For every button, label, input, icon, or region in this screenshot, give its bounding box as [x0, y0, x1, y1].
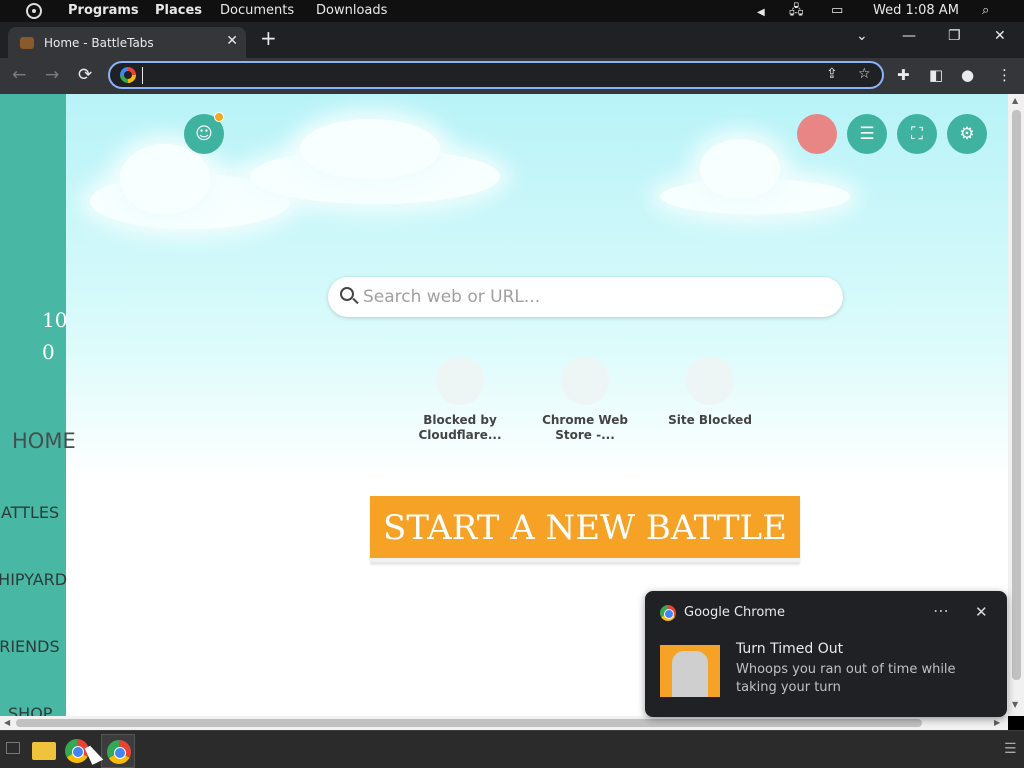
close-window-button[interactable]: ✕ [994, 28, 1006, 44]
google-icon [120, 67, 136, 83]
menu-programs[interactable]: Programs [68, 3, 139, 19]
minimize-button[interactable]: — [902, 28, 916, 44]
settings-button[interactable]: ⚙ [947, 114, 987, 154]
tab-search-icon[interactable]: ⌄ [856, 28, 868, 44]
battletabs-favicon-icon [20, 37, 34, 49]
taskbar-chrome-window[interactable] [101, 734, 135, 768]
chrome-menu-icon[interactable]: ⋮ [997, 65, 1012, 85]
fullscreen-icon: ⛶ [911, 124, 923, 144]
notification-dot [214, 112, 224, 122]
profile-icon[interactable]: ● [961, 65, 974, 85]
horizontal-scroll-thumb[interactable] [16, 719, 922, 727]
avatar[interactable] [797, 114, 837, 154]
restore-button[interactable]: ❐ [948, 28, 961, 44]
taskbar-menu-icon[interactable]: ☰ [1004, 741, 1017, 757]
tab-title: Home - BattleTabs [44, 36, 154, 50]
taskbar: ☰ [0, 730, 1024, 768]
list-button[interactable]: ☰ [847, 114, 887, 154]
vertical-scrollbar[interactable]: ▲ ▼ [1008, 94, 1024, 716]
taskbar-files[interactable] [26, 734, 60, 768]
search-placeholder: Search web or URL... [363, 287, 541, 307]
more-options-icon[interactable]: ⋯ [933, 601, 949, 620]
shortcut-label: Chrome Web Store -... [542, 413, 628, 442]
bookmark-star-icon[interactable]: ☆ [858, 66, 871, 82]
search-input[interactable]: Search web or URL... [328, 277, 843, 317]
notification-close-icon[interactable]: ✕ [975, 603, 988, 621]
nav-shop[interactable]: SHOP [8, 704, 52, 716]
scroll-down-icon[interactable]: ▼ [1012, 700, 1018, 709]
search-icon[interactable]: ⌕ [982, 3, 989, 19]
scroll-up-icon[interactable]: ▲ [1012, 96, 1018, 105]
discord-icon: ☺ [195, 124, 213, 144]
menu-downloads[interactable]: Downloads [316, 3, 387, 19]
extensions-puzzle-icon[interactable]: ✚ [897, 65, 910, 85]
chrome-icon [660, 605, 676, 621]
nav-shipyard[interactable]: SHIPYARD [0, 570, 67, 589]
tab-battletabs[interactable]: Home - BattleTabs ✕ [8, 27, 246, 58]
system-menu-icon[interactable] [26, 3, 42, 19]
shortcut-favicon-icon [686, 357, 734, 405]
shortcut-chrome-web-store[interactable]: Chrome Web Store -... [530, 357, 640, 443]
text-caret [142, 67, 143, 84]
browser-toolbar: ← → ⟳ ⇪ ☆ ✚ ◧ ● ⋮ [0, 58, 1024, 94]
cloud-decoration [300, 119, 440, 179]
notification-body: Whoops you ran out of time while taking … [736, 662, 956, 695]
back-button[interactable]: ← [12, 65, 26, 85]
forward-button[interactable]: → [45, 65, 59, 85]
scroll-left-icon[interactable]: ◀ [4, 718, 10, 727]
cloud-decoration [120, 144, 210, 214]
nav-battles[interactable]: BATTLES [0, 503, 59, 522]
tab-close-icon[interactable]: ✕ [226, 33, 238, 49]
share-icon[interactable]: ⇪ [826, 66, 838, 82]
scroll-right-icon[interactable]: ▶ [994, 718, 1000, 727]
new-tab-button[interactable]: + [260, 28, 277, 48]
notification-image [660, 645, 720, 697]
fullscreen-button[interactable]: ⛶ [897, 114, 937, 154]
shortcut-label: Blocked by Cloudflare... [418, 413, 502, 442]
chrome-icon [107, 740, 131, 764]
clock[interactable]: Wed 1:08 AM [873, 3, 959, 19]
shortcut-label: Site Blocked [668, 413, 752, 427]
folder-icon [32, 742, 56, 760]
shortcut-cloudflare[interactable]: Blocked by Cloudflare... [405, 357, 515, 443]
start-new-battle-button[interactable]: START A NEW BATTLE [370, 496, 800, 562]
side-panel-icon[interactable]: ◧ [929, 65, 943, 85]
nav-home[interactable]: HOME [12, 429, 76, 453]
system-top-panel: Programs Places Documents Downloads ◀ 🖧 … [0, 0, 1024, 22]
shortcut-favicon-icon [436, 357, 484, 405]
nav-friends[interactable]: FRIENDS [0, 637, 60, 656]
currency-count: 100 [42, 308, 68, 364]
shortcut-favicon-icon [561, 357, 609, 405]
gear-icon: ⚙ [959, 124, 975, 144]
notification-app-name: Google Chrome [684, 605, 785, 620]
notification-title: Turn Timed Out [736, 641, 844, 657]
vertical-scroll-thumb[interactable] [1012, 110, 1021, 680]
show-desktop-icon[interactable] [6, 742, 20, 754]
list-icon: ☰ [859, 124, 875, 144]
shortcut-site-blocked[interactable]: Site Blocked [655, 357, 765, 428]
game-sidebar: 100 [0, 94, 68, 716]
address-bar[interactable]: ⇪ ☆ [108, 61, 884, 89]
search-icon [340, 287, 354, 301]
tray-arrow-icon[interactable]: ◀ [757, 5, 765, 21]
tab-strip: Home - BattleTabs ✕ + ⌄ — ❐ ✕ [0, 22, 1024, 58]
chrome-notification[interactable]: Google Chrome ⋯ ✕ Turn Timed Out Whoops … [645, 591, 1007, 717]
cloud-decoration [700, 139, 780, 199]
reload-button[interactable]: ⟳ [78, 65, 92, 85]
menu-documents[interactable]: Documents [220, 3, 294, 19]
horizontal-scrollbar[interactable]: ◀ ▶ [0, 716, 1008, 730]
menu-places[interactable]: Places [155, 3, 202, 19]
display-icon[interactable]: ▭ [831, 3, 843, 19]
network-icon[interactable]: 🖧 [789, 3, 804, 19]
